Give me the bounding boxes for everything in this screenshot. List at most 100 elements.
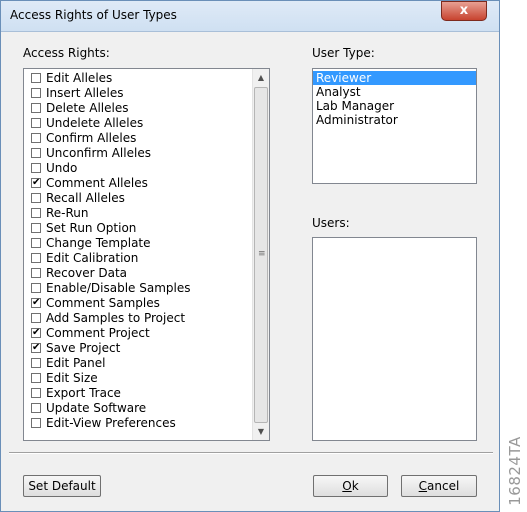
access-right-item[interactable]: Edit Size	[24, 371, 253, 386]
access-right-item[interactable]: Edit Panel	[24, 356, 253, 371]
access-right-label: Set Run Option	[46, 221, 137, 235]
user-type-label: User Type:	[312, 46, 375, 60]
access-right-item[interactable]: Set Run Option	[24, 221, 253, 236]
access-right-item[interactable]: Update Software	[24, 401, 253, 416]
cancel-button[interactable]: Cancel	[401, 475, 477, 497]
checkbox[interactable]	[31, 88, 41, 98]
checkbox[interactable]	[31, 238, 41, 248]
title-bar: Access Rights of User Types x	[1, 1, 499, 32]
checkbox[interactable]	[31, 103, 41, 113]
access-right-item[interactable]: Confirm Alleles	[24, 131, 253, 146]
access-right-item[interactable]: Edit Alleles	[24, 71, 253, 86]
access-right-label: Enable/Disable Samples	[46, 281, 191, 295]
access-right-item[interactable]: Edit Calibration	[24, 251, 253, 266]
access-right-label: Comment Samples	[46, 296, 160, 310]
checkbox[interactable]	[31, 208, 41, 218]
access-right-item[interactable]: Recall Alleles	[24, 191, 253, 206]
checkbox[interactable]	[31, 373, 41, 383]
access-right-item[interactable]: Change Template	[24, 236, 253, 251]
access-rights-scrollbar[interactable]: ▲ ≡ ▼	[252, 69, 269, 440]
access-right-label: Export Trace	[46, 386, 121, 400]
close-icon: x	[459, 3, 469, 18]
access-rights-dialog: Access Rights of User Types x Access Rig…	[0, 0, 500, 512]
scroll-grip-icon: ≡	[258, 249, 266, 259]
checkbox[interactable]	[31, 358, 41, 368]
access-right-label: Edit Panel	[46, 356, 106, 370]
checkbox[interactable]: ✔	[31, 328, 41, 338]
checkbox[interactable]: ✔	[31, 343, 41, 353]
access-right-label: Comment Alleles	[46, 176, 148, 190]
checkbox[interactable]	[31, 403, 41, 413]
access-right-label: Re-Run	[46, 206, 89, 220]
access-right-item[interactable]: Insert Alleles	[24, 86, 253, 101]
access-right-label: Edit-View Preferences	[46, 416, 176, 430]
access-right-label: Change Template	[46, 236, 151, 250]
access-right-item[interactable]: Undo	[24, 161, 253, 176]
access-right-label: Recall Alleles	[46, 191, 125, 205]
checkbox[interactable]	[31, 313, 41, 323]
scroll-up-arrow-icon[interactable]: ▲	[253, 69, 269, 86]
checkbox[interactable]	[31, 283, 41, 293]
ok-label-rest: k	[351, 479, 359, 493]
checkbox[interactable]	[31, 118, 41, 128]
checkbox[interactable]	[31, 223, 41, 233]
access-right-item[interactable]: ✔ Comment Samples	[24, 296, 253, 311]
access-right-label: Delete Alleles	[46, 101, 129, 115]
figure-id-label: 16824TA	[506, 430, 524, 512]
access-right-item[interactable]: Enable/Disable Samples	[24, 281, 253, 296]
user-type-item[interactable]: Lab Manager	[313, 99, 476, 113]
scroll-down-arrow-icon[interactable]: ▼	[253, 423, 269, 440]
access-right-item[interactable]: Re-Run	[24, 206, 253, 221]
checkbox[interactable]	[31, 73, 41, 83]
user-type-item[interactable]: Administrator	[313, 113, 476, 127]
access-right-item[interactable]: Delete Alleles	[24, 101, 253, 116]
access-rights-label: Access Rights:	[23, 46, 110, 60]
access-right-item[interactable]: ✔ Save Project	[24, 341, 253, 356]
access-right-label: Confirm Alleles	[46, 131, 137, 145]
access-right-label: Insert Alleles	[46, 86, 124, 100]
access-right-label: Update Software	[46, 401, 147, 415]
access-right-item[interactable]: Recover Data	[24, 266, 253, 281]
user-type-item[interactable]: Reviewer	[313, 71, 476, 85]
access-right-label: Add Samples to Project	[46, 311, 186, 325]
window-title: Access Rights of User Types	[10, 8, 177, 22]
access-right-item[interactable]: ✔ Comment Project	[24, 326, 253, 341]
access-right-item[interactable]: ✔ Comment Alleles	[24, 176, 253, 191]
access-rights-list[interactable]: Edit Alleles Insert Alleles Delete Alleles…	[23, 68, 270, 441]
cancel-label-rest: ancel	[427, 479, 460, 493]
checkbox[interactable]: ✔	[31, 298, 41, 308]
ok-mnemonic: O	[342, 479, 352, 493]
user-type-list[interactable]: Reviewer Analyst Lab Manager Administrator	[312, 68, 477, 184]
ok-button[interactable]: Ok	[313, 475, 388, 497]
access-right-label: Edit Size	[46, 371, 98, 385]
cancel-mnemonic: C	[418, 479, 428, 493]
checkbox[interactable]	[31, 133, 41, 143]
user-type-item[interactable]: Analyst	[313, 85, 476, 99]
access-right-label: Edit Calibration	[46, 251, 139, 265]
access-right-label: Undelete Alleles	[46, 116, 144, 130]
checkbox[interactable]	[31, 418, 41, 428]
access-right-item[interactable]: Add Samples to Project	[24, 311, 253, 326]
set-default-button[interactable]: Set Default	[23, 475, 101, 497]
access-right-item[interactable]: Edit-View Preferences	[24, 416, 253, 431]
access-right-item[interactable]: Unconfirm Alleles	[24, 146, 253, 161]
close-button[interactable]: x	[441, 1, 487, 21]
scroll-thumb[interactable]: ≡	[254, 87, 268, 423]
checkbox[interactable]	[31, 148, 41, 158]
access-right-item[interactable]: Export Trace	[24, 386, 253, 401]
checkbox[interactable]: ✔	[31, 178, 41, 188]
checkbox[interactable]	[31, 253, 41, 263]
checkbox[interactable]	[31, 163, 41, 173]
button-divider	[9, 452, 493, 454]
access-right-label: Comment Project	[46, 326, 150, 340]
access-right-item[interactable]: Undelete Alleles	[24, 116, 253, 131]
access-right-label: Undo	[46, 161, 78, 175]
checkbox[interactable]	[31, 193, 41, 203]
checkbox[interactable]	[31, 268, 41, 278]
access-right-label: Unconfirm Alleles	[46, 146, 151, 160]
access-right-label: Save Project	[46, 341, 121, 355]
access-right-label: Recover Data	[46, 266, 128, 280]
users-list[interactable]	[312, 237, 477, 441]
checkbox[interactable]	[31, 388, 41, 398]
figure-id-text: 16824TA	[506, 436, 524, 506]
